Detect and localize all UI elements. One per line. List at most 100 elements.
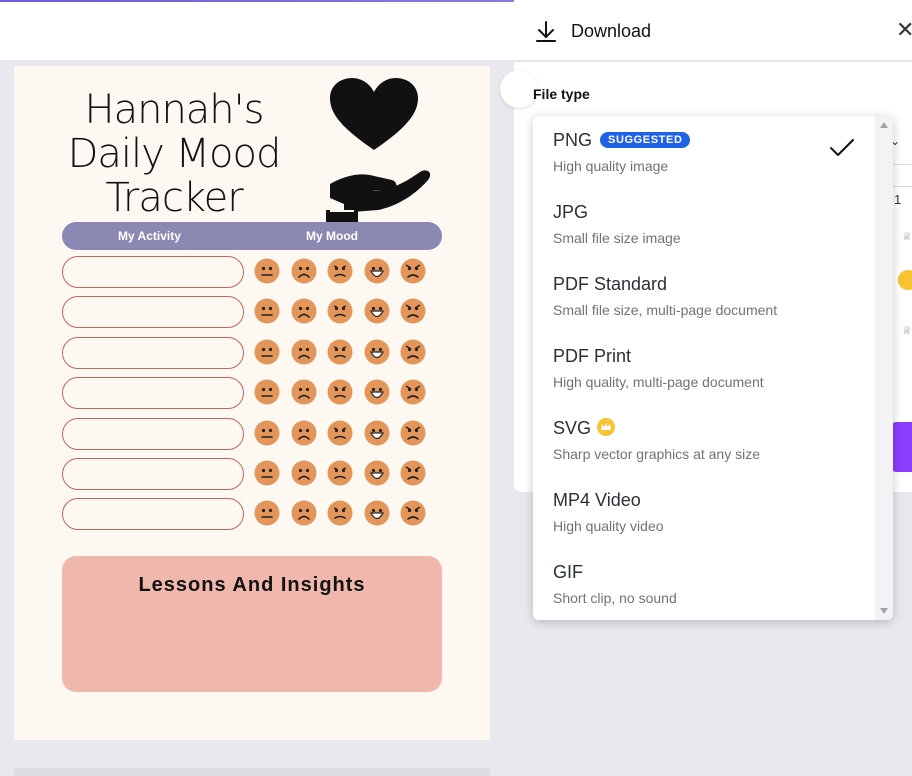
tracker-row <box>62 377 442 410</box>
sad-face-icon[interactable] <box>291 500 317 526</box>
mood-faces <box>254 339 434 367</box>
mood-faces <box>254 298 434 326</box>
angry-face-icon[interactable] <box>400 298 426 324</box>
activity-field[interactable] <box>62 498 244 531</box>
frown-face-icon[interactable] <box>327 420 353 446</box>
file-type-option-pdf-standard[interactable]: PDF Standard Small file size, multi-page … <box>533 260 873 332</box>
tracker-row <box>62 498 442 531</box>
download-button[interactable] <box>892 422 912 472</box>
neutral-face-icon[interactable] <box>254 420 280 446</box>
tracker-row <box>62 296 442 329</box>
download-title: Download <box>571 21 652 41</box>
sad-face-icon[interactable] <box>291 258 317 284</box>
tracker-header-band: My Activity My Mood <box>62 222 442 250</box>
angry-face-icon[interactable] <box>400 258 426 284</box>
neutral-face-icon[interactable] <box>254 258 280 284</box>
file-type-label: File type <box>533 86 590 102</box>
tracker-row <box>62 417 442 450</box>
title-line-2: Daily Mood <box>67 131 282 177</box>
file-type-option-gif[interactable]: GIF Short clip, no sound <box>533 548 873 620</box>
option-description: Short clip, no sound <box>553 590 677 606</box>
file-type-option-png[interactable]: PNG SUGGESTED High quality image <box>533 116 873 188</box>
angry-face-icon[interactable] <box>400 460 426 486</box>
frown-face-icon[interactable] <box>327 298 353 324</box>
happy-face-icon[interactable] <box>364 339 390 365</box>
activity-field[interactable] <box>62 377 244 410</box>
frown-face-icon[interactable] <box>327 500 353 526</box>
neutral-face-icon[interactable] <box>254 460 280 486</box>
title-line-3: Tracker <box>105 175 243 221</box>
option-name: PDF Print <box>553 346 631 367</box>
tracker-title: Hannah's Daily Mood Tracker <box>54 88 294 220</box>
mood-faces <box>254 379 434 407</box>
crown-icon <box>597 418 616 436</box>
happy-face-icon[interactable] <box>364 258 390 284</box>
sad-face-icon[interactable] <box>291 420 317 446</box>
option-name: PNG SUGGESTED <box>553 130 691 151</box>
scroll-up-arrow[interactable] <box>880 122 888 128</box>
file-type-option-pdf-print[interactable]: PDF Print High quality, multi-page docume… <box>533 332 873 404</box>
design-page[interactable]: Hannah's Daily Mood Tracker My Activity … <box>14 66 490 740</box>
scroll-down-arrow[interactable] <box>880 608 888 614</box>
frown-face-icon[interactable] <box>327 460 353 486</box>
dropdown-scrollbar[interactable] <box>875 116 893 620</box>
happy-face-icon[interactable] <box>364 500 390 526</box>
file-type-option-svg[interactable]: SVG Sharp vector graphics at any size <box>533 404 873 476</box>
mood-faces <box>254 258 434 286</box>
title-line-1: Hannah's <box>84 87 265 133</box>
option-description: Small file size, multi-page document <box>553 302 778 318</box>
neutral-face-icon[interactable] <box>254 339 280 365</box>
tracker-row <box>62 336 442 369</box>
option-label: PNG <box>553 130 593 150</box>
option-label: JPG <box>553 202 589 222</box>
file-type-option-jpg[interactable]: JPG Small file size image <box>533 188 873 260</box>
file-type-option-mp4-video[interactable]: MP4 Video High quality video <box>533 476 873 548</box>
lessons-title: Lessons And Insights <box>138 574 366 596</box>
lessons-box[interactable]: Lessons And Insights <box>62 556 442 692</box>
mood-header: My Mood <box>306 229 358 243</box>
angry-face-icon[interactable] <box>400 420 426 446</box>
frown-face-icon[interactable] <box>327 339 353 365</box>
neutral-face-icon[interactable] <box>254 500 280 526</box>
option-label: PDF Print <box>553 346 632 366</box>
option-description: Sharp vector graphics at any size <box>553 446 760 462</box>
activity-field[interactable] <box>62 296 244 329</box>
activity-field[interactable] <box>62 417 244 450</box>
peek-divider <box>892 186 912 187</box>
option-name: PDF Standard <box>553 274 667 295</box>
tracker-row <box>62 458 442 490</box>
activity-field[interactable] <box>62 458 244 490</box>
frown-face-icon[interactable] <box>327 258 353 284</box>
top-accent-line <box>0 0 520 2</box>
sad-face-icon[interactable] <box>291 298 317 324</box>
close-icon[interactable]: ✕ <box>896 18 912 42</box>
activity-field[interactable] <box>62 256 244 288</box>
neutral-face-icon[interactable] <box>254 379 280 405</box>
sad-face-icon[interactable] <box>291 339 317 365</box>
suggested-badge: SUGGESTED <box>600 132 691 148</box>
option-name: SVG <box>553 418 616 439</box>
option-description: Small file size image <box>553 230 681 246</box>
happy-face-icon[interactable] <box>364 420 390 446</box>
mood-faces <box>254 500 434 528</box>
activity-header: My Activity <box>118 229 181 243</box>
angry-face-icon[interactable] <box>400 339 426 365</box>
neutral-face-icon[interactable] <box>254 298 280 324</box>
angry-face-icon[interactable] <box>400 379 426 405</box>
angry-face-icon[interactable] <box>400 500 426 526</box>
crown-icon: ♕ <box>902 231 912 243</box>
activity-field[interactable] <box>62 336 244 369</box>
peek-divider <box>892 164 912 165</box>
happy-face-icon[interactable] <box>364 298 390 324</box>
happy-face-icon[interactable] <box>364 460 390 486</box>
pro-crown-icon <box>898 270 912 290</box>
happy-face-icon[interactable] <box>364 379 390 405</box>
sad-face-icon[interactable] <box>291 460 317 486</box>
sad-face-icon[interactable] <box>291 379 317 405</box>
next-page-edge <box>14 768 490 776</box>
option-name: JPG <box>553 202 588 223</box>
file-type-dropdown[interactable]: PNG SUGGESTED High quality image JPG Small f… <box>533 116 893 620</box>
frown-face-icon[interactable] <box>327 379 353 405</box>
mood-faces <box>254 460 434 488</box>
option-label: MP4 Video <box>553 490 641 510</box>
